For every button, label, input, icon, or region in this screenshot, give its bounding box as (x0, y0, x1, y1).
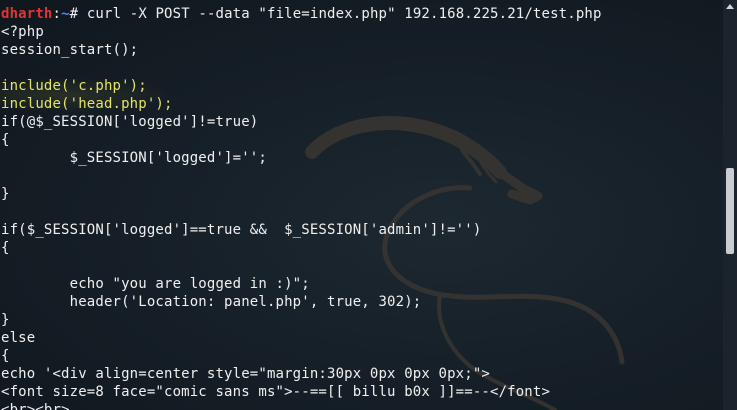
output-line: <br><br> (1, 402, 70, 410)
output-line: { (1, 132, 10, 148)
output-line: else (1, 330, 36, 346)
terminal-output[interactable]: dharth:~# curl -X POST --data "file=inde… (1, 5, 602, 410)
vertical-scrollbar[interactable] (723, 0, 737, 410)
output-line: echo "you are logged in :)"; (1, 276, 310, 292)
terminal-window[interactable]: dharth:~# curl -X POST --data "file=inde… (0, 0, 737, 410)
output-line: <?php (1, 24, 44, 40)
output-line: $_SESSION['logged']=''; (1, 150, 267, 166)
output-line: if(@$_SESSION['logged']!=true) (1, 114, 259, 130)
output-line-highlighted: include('c.php'); (1, 78, 147, 94)
prompt-line: dharth:~# curl -X POST --data "file=inde… (1, 5, 602, 23)
prompt-symbol: # (69, 6, 79, 22)
output-line: session_start(); (1, 42, 139, 58)
output-line: echo '<div align=center style="margin:30… (1, 366, 490, 382)
command-text: curl -X POST --data "file=index.php" 192… (78, 6, 602, 22)
scrollbar-thumb[interactable] (726, 168, 734, 254)
scroll-up-arrow-icon[interactable] (726, 4, 734, 9)
output-line: if($_SESSION['logged']==true && $_SESSIO… (1, 222, 482, 238)
output-line-highlighted: include('head.php'); (1, 96, 173, 112)
output-line: <font size=8 face="comic sans ms">--==[[… (1, 384, 551, 400)
output-line: } (1, 186, 10, 202)
output-line: } (1, 312, 10, 328)
output-line: { (1, 348, 10, 364)
prompt-user: dharth (1, 6, 53, 22)
output-line: header('Location: panel.php', true, 302)… (1, 294, 422, 310)
prompt-separator: : (52, 6, 62, 22)
prompt-path: ~ (61, 6, 70, 22)
output-line: { (1, 240, 10, 256)
